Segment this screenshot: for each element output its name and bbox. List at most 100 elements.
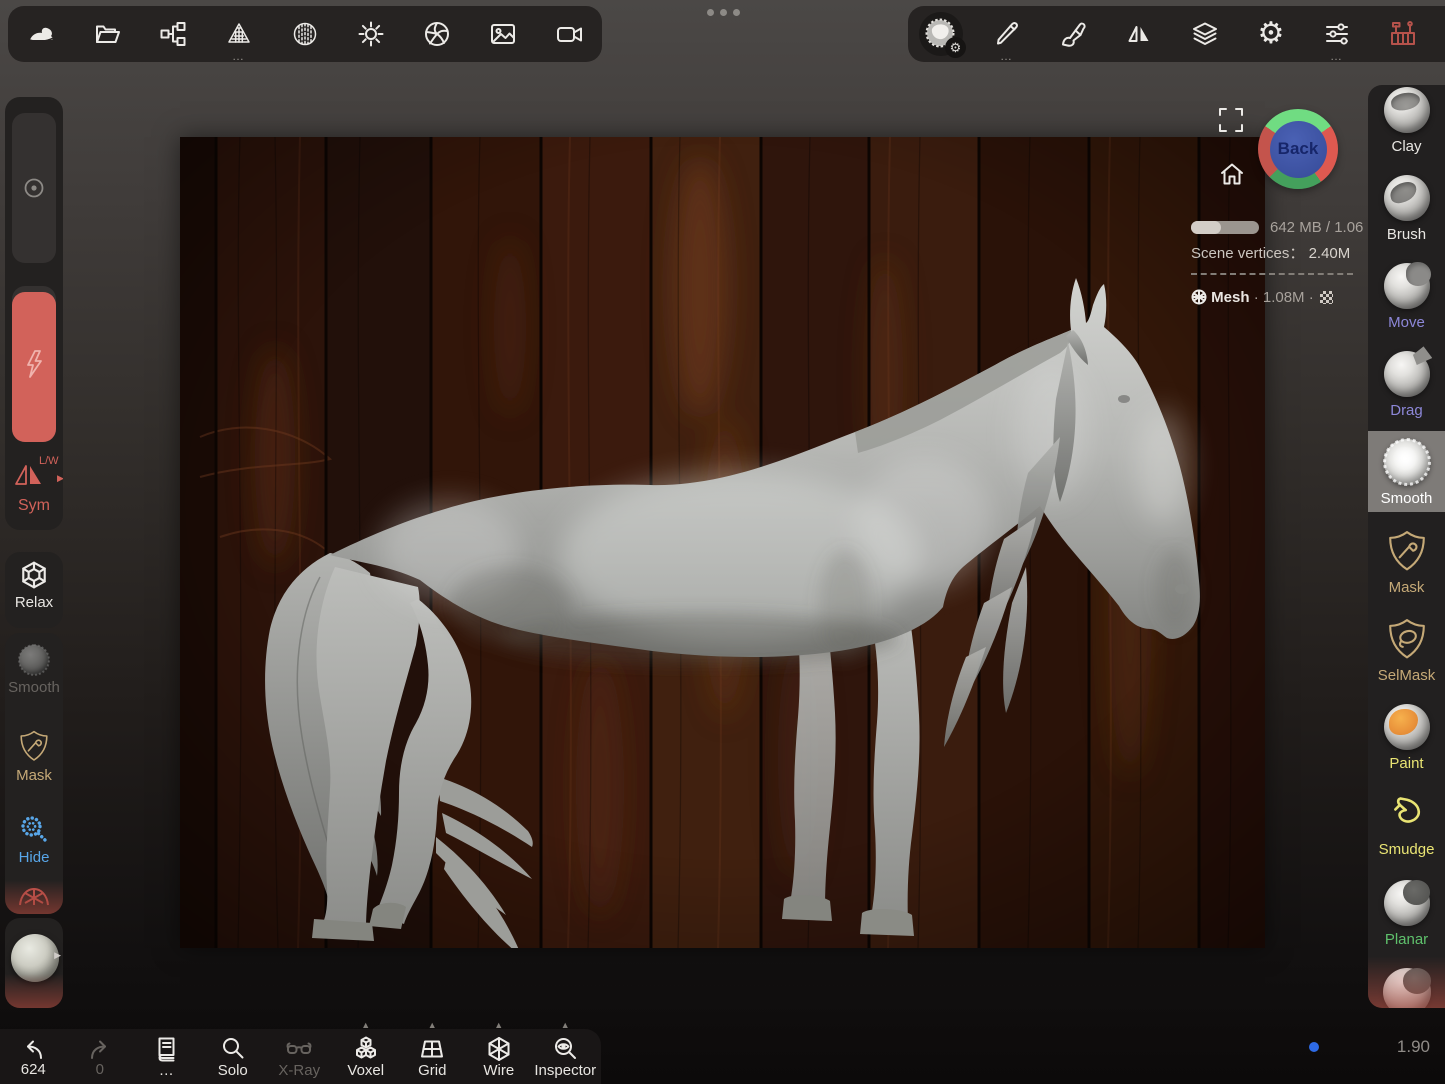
lighting-button[interactable] (338, 6, 404, 62)
tool-planar-label: Planar (1385, 931, 1428, 948)
material-icon (291, 20, 319, 48)
pen-icon (993, 20, 1021, 48)
notes-button[interactable]: … (133, 1029, 200, 1084)
mask-quick-button[interactable]: Mask (5, 729, 63, 784)
wire-caret-icon[interactable]: ▲ (494, 1021, 503, 1030)
handle-dot (720, 9, 727, 16)
stroke-pen-button[interactable]: … (974, 6, 1040, 62)
intensity-lightning-icon (21, 349, 47, 379)
interface-sliders-button[interactable]: … (1304, 6, 1370, 62)
intensity-slider[interactable] (12, 286, 56, 442)
tool-drag[interactable]: Drag (1368, 351, 1445, 419)
sliders-more-dots: … (1304, 51, 1370, 61)
sculpt-tools-button[interactable]: ⚙ (908, 6, 974, 62)
topology-more-dots: … (206, 51, 272, 61)
toolbox-icon (1388, 19, 1418, 49)
material-button[interactable] (272, 6, 338, 62)
background-button[interactable] (470, 6, 536, 62)
tool-move[interactable]: Move (1368, 263, 1445, 331)
uv-checker-icon (1320, 291, 1333, 304)
notes-more: … (159, 1063, 174, 1078)
tool-smooth-label: Smooth (1381, 490, 1433, 507)
fullscreen-icon (1216, 105, 1246, 135)
tool-brush[interactable]: Brush (1368, 175, 1445, 243)
undo-button[interactable]: 624 (0, 1029, 67, 1084)
fullscreen-button[interactable] (1216, 105, 1246, 135)
clay-ball-icon (1384, 87, 1430, 133)
sym-expand-arrow[interactable]: ▶ (57, 473, 63, 484)
matcap-expand-arrow[interactable]: ▶ (54, 950, 61, 961)
gear-icon: ⚙ (1258, 19, 1285, 49)
relax-web-icon (19, 560, 49, 590)
topology-button[interactable]: … (206, 6, 272, 62)
voxel-caret-icon[interactable]: ▲ (361, 1021, 370, 1030)
camera-button[interactable] (536, 6, 602, 62)
viewport-canvas[interactable] (180, 137, 1265, 948)
paintbrush-icon (1059, 20, 1087, 48)
tool-smudge[interactable]: Smudge (1368, 792, 1445, 858)
tool-mask-label: Mask (1389, 579, 1425, 596)
left-material-panel: ▶ (5, 918, 63, 1008)
smooth-quick-button[interactable]: Smooth (5, 645, 63, 696)
paint-ball-icon (1384, 704, 1430, 750)
overlay-separator (1191, 273, 1353, 275)
xray-glasses-icon (285, 1036, 313, 1062)
smooth-quick-label: Smooth (8, 679, 60, 696)
panel-drag-handle[interactable] (707, 9, 740, 16)
scene-graph-icon (159, 20, 187, 48)
solo-button[interactable]: Solo (200, 1029, 267, 1084)
planar-ball-icon (1384, 880, 1430, 926)
settings-button[interactable]: ⚙ (1238, 6, 1304, 62)
mirror-icon (1125, 20, 1153, 48)
status-dot (1309, 1042, 1319, 1052)
view-back-button[interactable]: Back (1258, 109, 1338, 189)
solo-label: Solo (218, 1063, 248, 1078)
memory-text: 642 MB / 1.06 G (1270, 219, 1366, 236)
left-slider-panel: L/W ▶ Sym (5, 97, 63, 530)
tool-move-label: Move (1388, 314, 1425, 331)
smooth-ball-icon (19, 645, 49, 675)
home-view-button[interactable] (1218, 160, 1246, 188)
redo-button[interactable]: 0 (67, 1029, 134, 1084)
tool-smooth[interactable]: Smooth (1368, 439, 1445, 507)
inspector-button[interactable]: ▲ Inspector (532, 1029, 599, 1084)
inspector-caret-icon[interactable]: ▲ (561, 1021, 570, 1030)
smudge-finger-icon (1385, 792, 1429, 836)
wire-label: Wire (483, 1063, 514, 1078)
paint-brush-button[interactable] (1040, 6, 1106, 62)
grid-icon (419, 1036, 445, 1062)
tool-settings-gear-icon[interactable]: ⚙ (945, 37, 966, 58)
tool-planar[interactable]: Planar (1368, 880, 1445, 948)
inspector-label: Inspector (534, 1063, 596, 1078)
postprocess-icon (423, 20, 451, 48)
symmetry-toggle[interactable]: L/W ▶ Sym (5, 449, 63, 525)
voxel-button[interactable]: ▲ Voxel (333, 1029, 400, 1084)
app-logo-button[interactable] (8, 6, 74, 62)
tool-paint[interactable]: Paint (1368, 704, 1445, 772)
grid-caret-icon[interactable]: ▲ (428, 1021, 437, 1030)
voxel-cubes-icon (353, 1036, 379, 1062)
debug-toolbox-button[interactable] (1370, 6, 1436, 62)
tool-clay[interactable]: Clay (1368, 87, 1445, 155)
tool-clay-label: Clay (1391, 138, 1421, 155)
sculpt-scene (180, 137, 1265, 948)
layers-button[interactable] (1172, 6, 1238, 62)
postprocess-button[interactable] (404, 6, 470, 62)
symmetry-button[interactable] (1106, 6, 1172, 62)
xray-button[interactable]: X-Ray (266, 1029, 333, 1084)
relax-tool-button[interactable]: Relax (5, 560, 63, 611)
hide-quick-button[interactable]: Hide (5, 813, 63, 866)
radius-slider[interactable] (12, 113, 56, 263)
wire-button[interactable]: ▲ Wire (466, 1029, 533, 1084)
grid-label: Grid (418, 1063, 446, 1078)
left-tools-panel: Smooth Mask Hide (5, 633, 63, 914)
mask-shield-icon (18, 729, 50, 763)
grid-button[interactable]: ▲ Grid (399, 1029, 466, 1084)
camera-icon (555, 20, 583, 48)
scene-graph-button[interactable] (140, 6, 206, 62)
files-button[interactable] (74, 6, 140, 62)
tool-mask[interactable]: Mask (1368, 528, 1445, 596)
wireframe-icon (486, 1036, 512, 1062)
tool-selmask[interactable]: SelMask (1368, 616, 1445, 684)
mesh-row[interactable]: Mesh · 1.08M · (1191, 289, 1333, 306)
